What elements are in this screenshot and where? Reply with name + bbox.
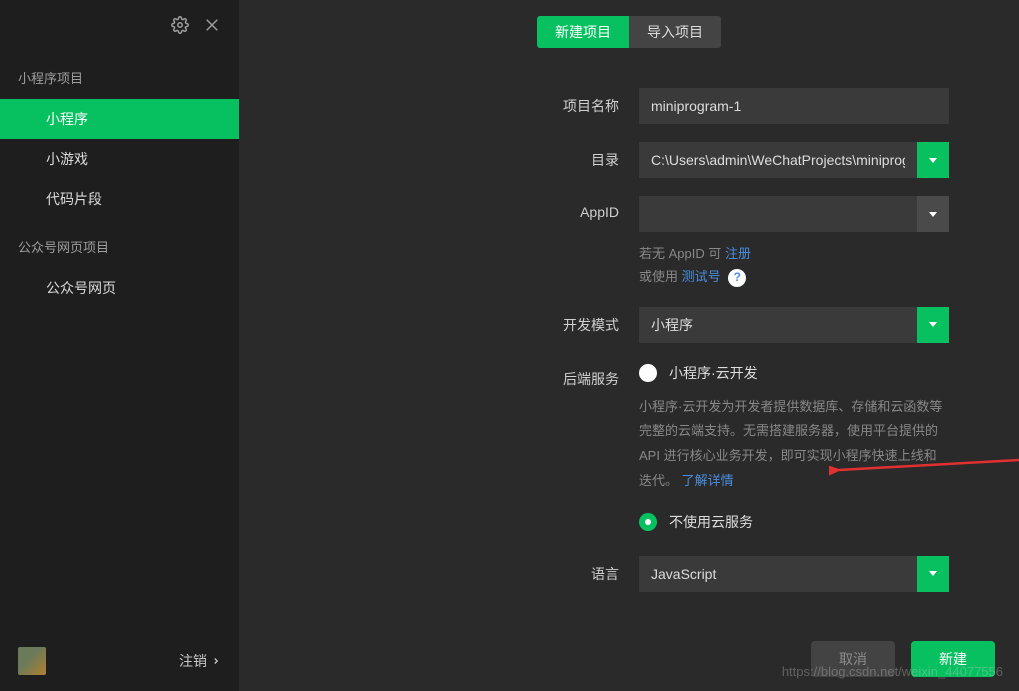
- sidebar-section-miniprogram: 小程序项目: [0, 50, 239, 99]
- sidebar-item-minigame[interactable]: 小游戏: [0, 139, 239, 179]
- sidebar-item-snippet[interactable]: 代码片段: [0, 179, 239, 219]
- radio-nocloud-label: 不使用云服务: [669, 512, 753, 532]
- dev-mode-dropdown-button[interactable]: [917, 307, 949, 343]
- radio-icon: [639, 364, 657, 382]
- sidebar-section-official: 公众号网页项目: [0, 219, 239, 268]
- appid-hint: 若无 AppID 可 注册 或使用 测试号 ?: [639, 242, 949, 289]
- learn-more-link[interactable]: 了解详情: [682, 473, 734, 488]
- label-appid: AppID: [479, 196, 639, 220]
- language-select[interactable]: JavaScript: [639, 556, 917, 592]
- help-icon[interactable]: ?: [728, 269, 746, 287]
- radio-no-cloud[interactable]: 不使用云服务: [639, 510, 949, 534]
- avatar[interactable]: [18, 647, 46, 675]
- sidebar-item-official-web[interactable]: 公众号网页: [0, 268, 239, 308]
- radio-cloud-label: 小程序·云开发: [669, 363, 758, 383]
- close-icon[interactable]: [203, 16, 221, 34]
- tab-new-project[interactable]: 新建项目: [537, 16, 629, 48]
- tab-import-project[interactable]: 导入项目: [629, 16, 721, 48]
- chevron-right-icon: [211, 656, 221, 666]
- project-name-input[interactable]: [639, 88, 949, 124]
- language-dropdown-button[interactable]: [917, 556, 949, 592]
- radio-icon: [639, 513, 657, 531]
- directory-browse-button[interactable]: [917, 142, 949, 178]
- label-project-name: 项目名称: [479, 88, 639, 116]
- appid-hint2-text: 或使用: [639, 269, 682, 284]
- appid-dropdown-button[interactable]: [917, 196, 949, 232]
- test-account-link[interactable]: 测试号: [682, 269, 721, 284]
- chevron-down-icon: [929, 158, 937, 163]
- chevron-down-icon: [929, 571, 937, 576]
- chevron-down-icon: [929, 322, 937, 327]
- label-directory: 目录: [479, 142, 639, 170]
- dev-mode-select[interactable]: 小程序: [639, 307, 917, 343]
- appid-input[interactable]: [639, 196, 917, 232]
- label-dev-mode: 开发模式: [479, 307, 639, 335]
- gear-icon[interactable]: [171, 16, 189, 34]
- logout-button[interactable]: 注销: [179, 651, 221, 671]
- create-button[interactable]: 新建: [911, 641, 995, 677]
- directory-input[interactable]: [639, 142, 917, 178]
- register-link[interactable]: 注册: [725, 246, 751, 261]
- chevron-down-icon: [929, 212, 937, 217]
- label-language: 语言: [479, 556, 639, 584]
- backend-description: 小程序·云开发为开发者提供数据库、存储和云函数等完整的云端支持。无需搭建服务器，…: [639, 395, 949, 494]
- label-backend: 后端服务: [479, 361, 639, 389]
- appid-hint-text: 若无 AppID 可: [639, 246, 725, 261]
- logout-label: 注销: [179, 651, 207, 671]
- cancel-button[interactable]: 取消: [811, 641, 895, 677]
- sidebar-item-miniprogram[interactable]: 小程序: [0, 99, 239, 139]
- radio-cloud-dev[interactable]: 小程序·云开发: [639, 361, 949, 385]
